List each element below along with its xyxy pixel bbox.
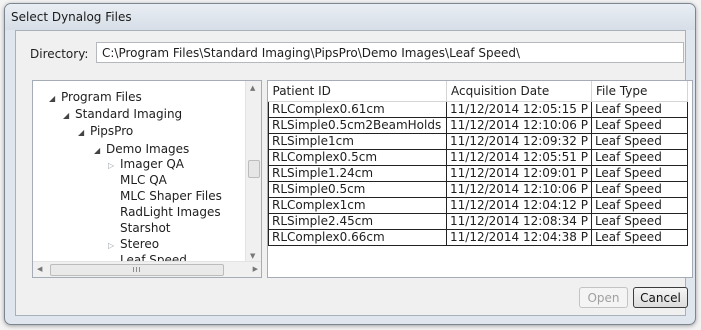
tree-vertical-scrollbar[interactable]: ▲ ▼ — [245, 81, 261, 263]
file-table-header: Patient ID Acquisition Date File Type — [268, 81, 688, 102]
tree-vertical-scroll-thumb[interactable] — [248, 160, 260, 178]
tree-item[interactable]: ◢ Standard Imaging — [63, 106, 182, 122]
expanded-arrow-icon[interactable]: ◢ — [78, 125, 90, 141]
table-cell: RLSimple1.24cm — [268, 164, 447, 182]
table-row[interactable]: RLSimple2.45cm 11/12/2014 12:08:34 P Leaf … — [268, 212, 688, 230]
tree-item[interactable]: ◢ PipsPro — [78, 123, 133, 139]
column-header[interactable]: Patient ID — [268, 81, 447, 102]
table-cell: RLComplex0.5cm — [268, 148, 447, 166]
tree-item[interactable]: ▷ Stereo — [108, 236, 159, 252]
table-cell: Leaf Speed — [590, 228, 688, 246]
window-title: Select Dynalog Files — [11, 10, 132, 24]
table-row[interactable]: RLComplex0.66cm 11/12/2014 12:04:38 P Leaf… — [268, 228, 688, 246]
open-button[interactable]: Open — [579, 287, 628, 308]
tree-item-label: MLC Shaper Files — [120, 189, 222, 203]
table-row[interactable]: RLSimple0.5cm 11/12/2014 12:10:06 P Leaf S… — [268, 180, 688, 198]
table-row[interactable]: RLComplex1cm 11/12/2014 12:04:12 P Leaf Sp… — [268, 196, 688, 214]
tree-horizontal-scrollbar[interactable]: ◀ III ▶ — [33, 261, 261, 277]
folder-tree-list: ◢ Program Files ◢ Standard Imaging ◢ PipsPro ◢… — [33, 81, 247, 263]
table-cell: RLComplex0.66cm — [268, 228, 447, 246]
tree-item[interactable]: ◢ Demo Images — [94, 141, 189, 157]
table-cell: 11/12/2014 12:09:01 P — [446, 164, 592, 182]
dialog-client-area: Directory: C:\Program Files\Standard Ima… — [15, 30, 693, 316]
tree-horizontal-scroll-thumb[interactable]: III — [50, 264, 224, 276]
table-row[interactable]: RLComplex0.5cm 11/12/2014 12:05:51 P Leaf … — [268, 148, 688, 166]
tree-item[interactable]: ▷ Imager QA — [108, 156, 184, 172]
table-cell: 11/12/2014 12:05:15 P — [446, 100, 592, 118]
table-row[interactable]: RLSimple1.24cm 11/12/2014 12:09:01 P Leaf … — [268, 164, 688, 182]
table-cell: Leaf Speed — [590, 180, 688, 198]
scroll-down-arrow-icon[interactable]: ▼ — [250, 252, 255, 260]
table-cell: 11/12/2014 12:10:06 P — [446, 116, 592, 134]
tree-item[interactable]: RadLight Images — [108, 204, 221, 220]
file-list: Patient ID Acquisition Date File Type RLCo… — [267, 80, 693, 278]
table-cell: 11/12/2014 12:05:51 P — [446, 148, 592, 166]
tree-item-label: MLC QA — [120, 173, 167, 187]
table-cell: Leaf Speed — [590, 196, 688, 214]
table-cell: RLSimple2.45cm — [268, 212, 447, 230]
table-cell: Leaf Speed — [590, 116, 688, 134]
tree-item-label: RadLight Images — [120, 205, 221, 219]
select-dynalog-files-dialog: Select Dynalog Files Directory: C:\Progr… — [4, 3, 696, 325]
table-cell: 11/12/2014 12:10:06 P — [446, 180, 592, 198]
table-row[interactable]: RLSimple1cm 11/12/2014 12:09:32 P Leaf Spe… — [268, 132, 688, 150]
table-cell: Leaf Speed — [590, 132, 688, 150]
tree-item[interactable]: MLC Shaper Files — [108, 188, 222, 204]
tree-item[interactable]: MLC QA — [108, 172, 167, 188]
table-cell: RLComplex0.61cm — [268, 100, 447, 118]
column-header[interactable]: Acquisition Date — [446, 81, 592, 102]
table-cell: Leaf Speed — [590, 164, 688, 182]
table-cell: Leaf Speed — [590, 148, 688, 166]
tree-item-label: Imager QA — [120, 157, 184, 171]
scroll-left-arrow-icon[interactable]: ◀ — [37, 265, 42, 273]
table-cell: 11/12/2014 12:04:12 P — [446, 196, 592, 214]
table-cell: 11/12/2014 12:09:32 P — [446, 132, 592, 150]
directory-field[interactable]: C:\Program Files\Standard Imaging\PipsPr… — [96, 42, 684, 63]
table-cell: RLSimple1cm — [268, 132, 447, 150]
cancel-button[interactable]: Cancel — [633, 287, 688, 308]
table-cell: RLSimple0.5cm2BeamHolds — [268, 116, 447, 134]
title-bar[interactable]: Select Dynalog Files — [5, 4, 695, 30]
tree-item-label: Program Files — [61, 90, 142, 104]
table-cell: Leaf Speed — [590, 100, 688, 118]
directory-label: Directory: — [30, 47, 89, 61]
table-row[interactable]: RLSimple0.5cm2BeamHolds 11/12/2014 12:10:… — [268, 116, 688, 134]
table-cell: 11/12/2014 12:08:34 P — [446, 212, 592, 230]
tree-item-label: PipsPro — [90, 124, 134, 138]
table-cell: 11/12/2014 12:04:38 P — [446, 228, 592, 246]
scroll-right-arrow-icon[interactable]: ▶ — [253, 265, 258, 273]
table-cell: RLSimple0.5cm — [268, 180, 447, 198]
tree-item[interactable]: ◢ Program Files — [49, 89, 142, 105]
expanded-arrow-icon[interactable]: ◢ — [94, 143, 106, 159]
tree-item-label: Demo Images — [106, 142, 190, 156]
column-header[interactable]: File Type — [591, 81, 688, 102]
tree-item-label: Stereo — [120, 237, 160, 251]
folder-tree: ◢ Program Files ◢ Standard Imaging ◢ PipsPro ◢… — [32, 80, 262, 278]
file-table: Patient ID Acquisition Date File Type RLCo… — [268, 81, 688, 246]
tree-item-label: Standard Imaging — [75, 107, 183, 121]
table-row[interactable]: RLComplex0.61cm 11/12/2014 12:05:15 P Leaf… — [268, 100, 688, 118]
scroll-up-arrow-icon[interactable]: ▲ — [250, 84, 255, 92]
expanded-arrow-icon[interactable]: ◢ — [49, 91, 61, 107]
table-cell: Leaf Speed — [590, 212, 688, 230]
tree-item[interactable]: Starshot — [108, 220, 171, 236]
table-cell: RLComplex1cm — [268, 196, 447, 214]
tree-item-label: Starshot — [120, 221, 171, 235]
expanded-arrow-icon[interactable]: ◢ — [63, 108, 75, 124]
